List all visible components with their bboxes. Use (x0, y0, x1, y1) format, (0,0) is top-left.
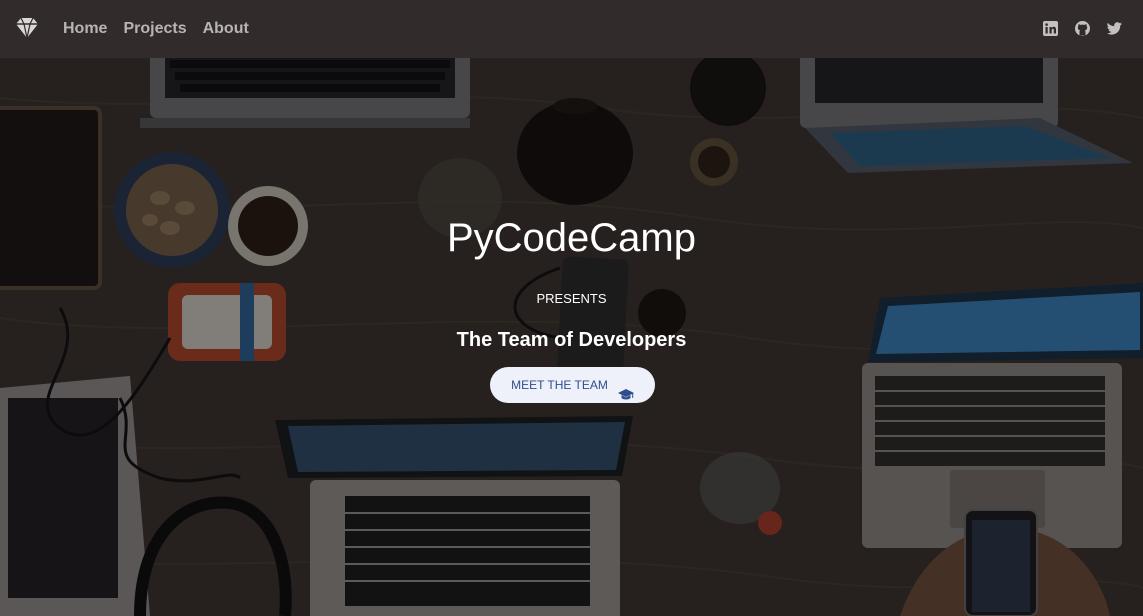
meet-the-team-label: MEET THE TEAM (511, 378, 608, 392)
page: Home Projects About PyCodeCamp PRESENTS … (0, 0, 1143, 616)
twitter-icon[interactable] (1106, 20, 1123, 37)
nav-links: Home Projects About (63, 19, 249, 39)
hero-title: PyCodeCamp (446, 216, 696, 260)
hero-section: PyCodeCamp PRESENTS The Team of Develope… (0, 58, 1143, 616)
github-icon[interactable] (1074, 20, 1091, 37)
meet-the-team-button[interactable]: MEET THE TEAM (490, 367, 655, 403)
graduation-cap-icon (617, 379, 634, 400)
hero-content: PyCodeCamp PRESENTS The Team of Develope… (0, 58, 1143, 616)
hero-subtitle: The Team of Developers (456, 329, 687, 351)
navbar: Home Projects About (0, 0, 1143, 58)
linkedin-icon[interactable] (1042, 20, 1059, 37)
social-links (1042, 20, 1123, 37)
hero-presents-text: PRESENTS (536, 291, 607, 306)
diamond-icon[interactable] (13, 16, 41, 42)
nav-projects-link[interactable]: Projects (123, 19, 186, 39)
nav-home-link[interactable]: Home (63, 19, 107, 39)
nav-about-link[interactable]: About (203, 19, 249, 39)
